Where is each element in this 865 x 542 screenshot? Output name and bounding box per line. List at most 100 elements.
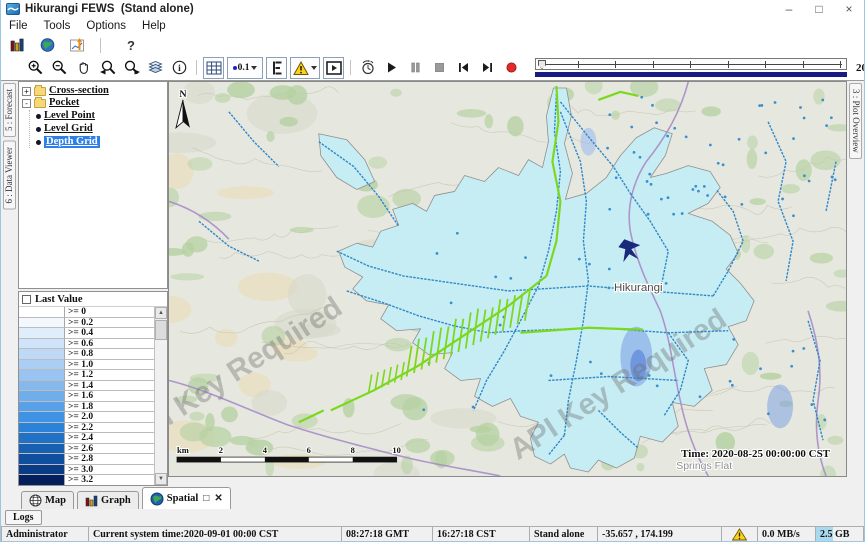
- expand-icon[interactable]: +: [22, 87, 31, 96]
- menu-tools[interactable]: Tools: [36, 18, 79, 35]
- info-icon[interactable]: i: [169, 58, 190, 78]
- deep-flood-patch: [580, 128, 596, 156]
- animation-button[interactable]: [323, 57, 344, 79]
- pan-icon[interactable]: [73, 58, 94, 78]
- logs-button[interactable]: Logs: [5, 510, 42, 525]
- menu-help[interactable]: Help: [134, 18, 174, 35]
- timeseries-display-icon[interactable]: [67, 35, 88, 55]
- zoom-previous-icon[interactable]: [97, 58, 118, 78]
- collapse-icon[interactable]: -: [22, 99, 31, 108]
- legend-row[interactable]: >= 1.2: [19, 370, 154, 381]
- legend-row[interactable]: >= 1.4: [19, 381, 154, 392]
- tab-forecast[interactable]: 5 : Forecast: [3, 83, 16, 137]
- tree-item-label[interactable]: Level Point: [44, 110, 95, 122]
- legend-color-swatch: [19, 475, 65, 485]
- tree-item-label[interactable]: Level Grid: [44, 123, 93, 135]
- legend-row[interactable]: >= 3.2: [19, 475, 154, 485]
- legend-label: >= 0.2: [65, 318, 154, 329]
- legend-row[interactable]: >= 1.0: [19, 360, 154, 371]
- tab-map-label: Map: [45, 495, 66, 506]
- svg-text:km: km: [177, 445, 189, 455]
- map-column: API Key Required API Key Required Hikura…: [168, 81, 847, 486]
- spatial-display-icon[interactable]: [37, 35, 58, 55]
- legend-row[interactable]: >= 0.6: [19, 339, 154, 350]
- menu-file[interactable]: File: [1, 18, 36, 35]
- legend-row[interactable]: >= 2.8: [19, 454, 154, 465]
- tab-restore-icon[interactable]: □: [203, 493, 209, 504]
- last-value-checkbox[interactable]: [22, 295, 31, 304]
- tab-data-viewer[interactable]: 6 : Data Viewer: [3, 141, 16, 210]
- status-coordinates: -35.657 , 174.199: [597, 526, 721, 542]
- tree-item-level-grid[interactable]: Level Grid: [36, 123, 167, 135]
- main-toolbar: ?: [1, 35, 864, 55]
- zoom-out-icon[interactable]: [49, 58, 70, 78]
- step-back-button[interactable]: [453, 58, 474, 78]
- classification-button[interactable]: [266, 57, 287, 79]
- decimal-precision-dropdown[interactable]: 0.1: [227, 57, 263, 79]
- step-forward-button[interactable]: [477, 58, 498, 78]
- tree-item-cross-section[interactable]: + Cross-section: [22, 85, 167, 97]
- menu-options[interactable]: Options: [78, 18, 134, 35]
- legend-row[interactable]: >= 0: [19, 307, 154, 318]
- tree-item-label[interactable]: Cross-section: [49, 85, 109, 97]
- legend-row[interactable]: >= 2.2: [19, 423, 154, 434]
- map-toolbar: i 0.1: [1, 55, 864, 81]
- stop-button[interactable]: [429, 58, 450, 78]
- legend-row[interactable]: >= 0.2: [19, 318, 154, 329]
- map-canvas[interactable]: API Key Required API Key Required Hikura…: [169, 82, 846, 476]
- grid-display-button[interactable]: [203, 57, 224, 79]
- scroll-down-icon[interactable]: ▼: [155, 473, 167, 485]
- tab-plot-overview[interactable]: 3 : Plot Overview: [849, 83, 862, 159]
- legend-color-swatch: [19, 370, 65, 381]
- legend-row[interactable]: >= 1.8: [19, 402, 154, 413]
- time-slider-track[interactable]: [535, 58, 847, 70]
- legend-row[interactable]: >= 3.0: [19, 465, 154, 476]
- scrollbar-thumb[interactable]: [155, 320, 167, 340]
- zoom-in-icon[interactable]: [25, 58, 46, 78]
- help-button[interactable]: ?: [127, 38, 135, 53]
- map-view[interactable]: API Key Required API Key Required Hikura…: [168, 81, 847, 477]
- status-bar: Administrator Current system time:2020-0…: [1, 526, 864, 542]
- legend-scrollbar[interactable]: ▲ ▼: [154, 307, 167, 485]
- tab-close-icon[interactable]: ✕: [214, 493, 222, 504]
- tree-item-level-point[interactable]: Level Point: [36, 110, 167, 122]
- legend-row[interactable]: >= 0.4: [19, 328, 154, 339]
- play-button[interactable]: [381, 58, 402, 78]
- legend-row[interactable]: >= 1.6: [19, 391, 154, 402]
- tab-graph[interactable]: Graph: [77, 491, 139, 509]
- record-button[interactable]: [501, 58, 522, 78]
- status-warning[interactable]: [721, 526, 757, 542]
- pause-button[interactable]: [405, 58, 426, 78]
- maximize-button[interactable]: □: [804, 0, 834, 18]
- minimize-button[interactable]: –: [774, 0, 804, 18]
- legend-row[interactable]: >= 2.0: [19, 412, 154, 423]
- legend-row[interactable]: >= 2.4: [19, 433, 154, 444]
- bottom-tab-bar: Map Graph Spatial □ ✕: [1, 486, 864, 509]
- globe-icon: [150, 492, 164, 506]
- last-value-label: Last Value: [35, 294, 83, 305]
- left-panel: + Cross-section - Pocket Level Point: [18, 81, 168, 486]
- legend-color-swatch: [19, 465, 65, 476]
- svg-text:10: 10: [392, 445, 400, 455]
- legend-label: >= 3.2: [65, 475, 154, 485]
- legend-row[interactable]: >= 0.8: [19, 349, 154, 360]
- layers-icon[interactable]: [145, 58, 166, 78]
- thresholds-dropdown[interactable]: [290, 57, 320, 79]
- database-explorer-icon[interactable]: [7, 35, 28, 55]
- tree-item-depth-grid[interactable]: Depth Grid: [36, 136, 167, 148]
- zoom-next-icon[interactable]: [121, 58, 142, 78]
- scroll-up-icon[interactable]: ▲: [155, 307, 167, 319]
- current-time-label: 2020-08-25 00:00:00 CST: [850, 62, 865, 74]
- tree-item-label[interactable]: Pocket: [49, 97, 79, 109]
- legend-row[interactable]: >= 2.6: [19, 444, 154, 455]
- animation-settings-icon[interactable]: [357, 58, 378, 78]
- tree-item-pocket[interactable]: - Pocket: [22, 97, 167, 109]
- time-slider[interactable]: [535, 58, 847, 77]
- right-tab-strip: 3 : Plot Overview: [847, 81, 864, 486]
- tab-map[interactable]: Map: [21, 491, 74, 509]
- tab-spatial[interactable]: Spatial □ ✕: [142, 487, 231, 509]
- tree-item-label-selected[interactable]: Depth Grid: [44, 136, 100, 148]
- bullet-icon: [36, 140, 41, 145]
- close-button[interactable]: ×: [834, 0, 864, 18]
- place-label-springs-flat: Springs Flat: [676, 461, 732, 472]
